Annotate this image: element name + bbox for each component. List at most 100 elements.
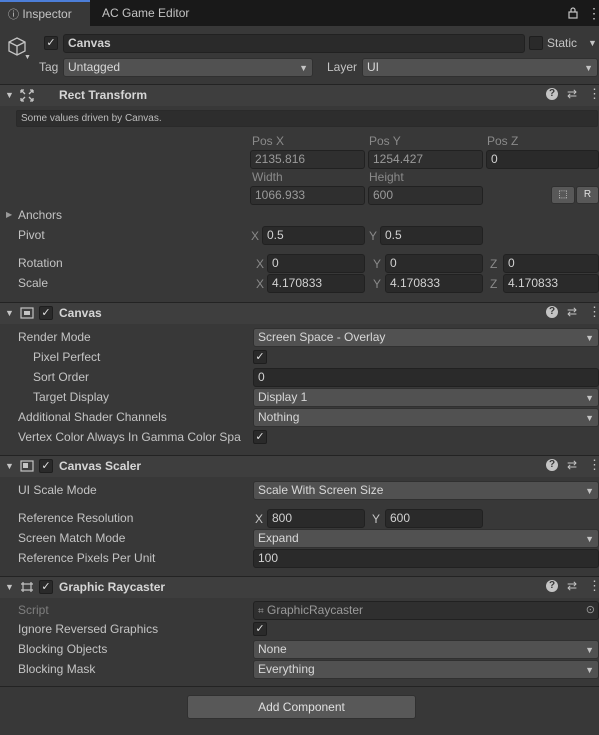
tab-menu-icon[interactable]: ⋮ <box>587 5 599 22</box>
pixel-perfect-checkbox[interactable]: ✓ <box>253 350 267 364</box>
pos-x-label: Pos X <box>252 134 285 148</box>
component-menu-icon[interactable]: ⋮ <box>588 457 599 473</box>
pivot-y-field[interactable]: 0.5 <box>380 226 483 245</box>
layer-dropdown[interactable]: UI ▼ <box>362 58 598 77</box>
tab-inspector-label: Inspector <box>22 7 72 21</box>
vertex-color-checkbox[interactable]: ✓ <box>253 430 267 444</box>
height-field[interactable]: 600 <box>368 186 483 205</box>
help-icon[interactable]: ? <box>546 88 558 100</box>
gameobject-icon-caret[interactable]: ▼ <box>24 54 31 61</box>
pivot-y-axis: Y <box>369 229 378 243</box>
vertex-color-label: Vertex Color Always In Gamma Color Spa <box>18 430 241 444</box>
anchors-foldout-icon[interactable]: ▶ <box>6 210 12 219</box>
ignore-reversed-checkbox[interactable]: ✓ <box>253 622 267 636</box>
scale-x-axis: X <box>256 277 265 291</box>
object-picker-icon[interactable]: ⊙ <box>586 602 595 619</box>
canvas-scaler-enabled-toggle[interactable]: ✓ <box>39 459 53 473</box>
target-display-dropdown[interactable]: Display 1 ▼ <box>253 388 599 407</box>
foldout-expanded-icon[interactable]: ▼ <box>5 461 14 471</box>
add-component-button[interactable]: Add Component <box>187 695 416 719</box>
chevron-down-icon: ▼ <box>585 665 594 675</box>
blueprint-mode-button[interactable]: ⬚ <box>551 186 575 204</box>
pos-x-field[interactable]: 2135.816 <box>250 150 365 169</box>
static-dropdown-caret[interactable]: ▼ <box>588 38 597 48</box>
anchors-label[interactable]: Anchors <box>18 208 62 222</box>
help-icon[interactable]: ? <box>546 306 558 318</box>
shader-channels-label: Additional Shader Channels <box>18 410 167 424</box>
sort-order-field[interactable]: 0 <box>253 368 599 387</box>
rot-z-field[interactable]: 0 <box>503 254 599 273</box>
shader-channels-dropdown[interactable]: Nothing ▼ <box>253 408 599 427</box>
script-icon: ⌗ <box>258 606 264 617</box>
target-display-value: Display 1 <box>258 390 308 404</box>
pos-y-label: Pos Y <box>369 134 401 148</box>
ignore-reversed-label: Ignore Reversed Graphics <box>18 622 159 636</box>
ref-y-field[interactable]: 600 <box>385 509 483 528</box>
canvas-enabled-toggle[interactable]: ✓ <box>39 306 53 320</box>
layer-value: UI <box>367 60 379 74</box>
component-menu-icon[interactable]: ⋮ <box>588 304 599 320</box>
chevron-down-icon: ▼ <box>585 486 594 496</box>
foldout-expanded-icon[interactable]: ▼ <box>5 582 14 592</box>
script-value: GraphicRaycaster <box>266 603 364 617</box>
script-label: Script <box>18 603 49 617</box>
preset-icon[interactable]: ⇄ <box>567 305 577 319</box>
object-name-field[interactable]: Canvas <box>63 34 525 53</box>
help-icon[interactable]: ? <box>546 459 558 471</box>
render-mode-value: Screen Space - Overlay <box>258 330 386 344</box>
canvas-title: Canvas <box>59 306 102 320</box>
static-toggle[interactable] <box>529 36 543 50</box>
blocking-mask-value: Everything <box>258 662 315 676</box>
preset-icon[interactable]: ⇄ <box>567 458 577 472</box>
ref-x-field[interactable]: 800 <box>267 509 365 528</box>
rot-x-axis: X <box>256 257 265 271</box>
component-menu-icon[interactable]: ⋮ <box>588 578 599 594</box>
rot-z-axis: Z <box>490 257 498 271</box>
foldout-expanded-icon[interactable]: ▼ <box>5 308 14 318</box>
canvas-component-icon <box>20 307 34 322</box>
preset-icon[interactable]: ⇄ <box>567 579 577 593</box>
scale-z-field[interactable]: 4.170833 <box>503 274 599 293</box>
ppu-field[interactable]: 100 <box>253 549 599 568</box>
scale-y-field[interactable]: 4.170833 <box>385 274 483 293</box>
preset-icon[interactable]: ⇄ <box>567 87 577 101</box>
pivot-x-field[interactable]: 0.5 <box>262 226 365 245</box>
driven-note: Some values driven by Canvas. <box>21 113 162 124</box>
script-field[interactable]: ⌗ GraphicRaycaster ⊙ <box>253 601 599 620</box>
lock-icon[interactable] <box>568 7 578 19</box>
rot-y-field[interactable]: 0 <box>385 254 483 273</box>
tab-ac-game-editor[interactable]: AC Game Editor <box>94 0 204 26</box>
width-field[interactable]: 1066.933 <box>250 186 365 205</box>
pivot-label: Pivot <box>18 228 45 242</box>
ui-scale-mode-dropdown[interactable]: Scale With Screen Size ▼ <box>253 481 599 500</box>
graphic-raycaster-title: Graphic Raycaster <box>59 580 166 594</box>
static-label: Static <box>547 36 578 50</box>
pos-y-field[interactable]: 1254.427 <box>368 150 483 169</box>
help-icon[interactable]: ? <box>546 580 558 592</box>
render-mode-dropdown[interactable]: Screen Space - Overlay ▼ <box>253 328 599 347</box>
blocking-mask-dropdown[interactable]: Everything ▼ <box>253 660 599 679</box>
raycaster-enabled-toggle[interactable]: ✓ <box>39 580 53 594</box>
scale-x-field[interactable]: 4.170833 <box>267 274 365 293</box>
active-toggle[interactable]: ✓ <box>44 36 58 50</box>
screen-match-mode-dropdown[interactable]: Expand ▼ <box>253 529 599 548</box>
bottom-divider <box>0 686 599 687</box>
canvas-scaler-icon <box>20 460 34 475</box>
chevron-down-icon: ▼ <box>299 63 308 73</box>
tab-inspector[interactable]: ⓘ Inspector <box>0 0 90 26</box>
blocking-objects-label: Blocking Objects <box>18 642 108 656</box>
rot-x-field[interactable]: 0 <box>267 254 365 273</box>
tag-dropdown[interactable]: Untagged ▼ <box>63 58 313 77</box>
info-icon: ⓘ <box>8 9 19 21</box>
chevron-down-icon: ▼ <box>585 333 594 343</box>
pos-z-label: Pos Z <box>487 134 519 148</box>
scale-y-axis: Y <box>373 277 382 291</box>
screen-match-mode-value: Expand <box>258 531 299 545</box>
ui-scale-mode-label: UI Scale Mode <box>18 483 97 497</box>
component-menu-icon[interactable]: ⋮ <box>588 86 599 102</box>
chevron-down-icon: ▼ <box>585 534 594 544</box>
foldout-expanded-icon[interactable]: ▼ <box>5 90 14 100</box>
pos-z-field[interactable]: 0 <box>486 150 599 169</box>
raw-edit-button[interactable]: R <box>576 186 599 204</box>
blocking-objects-dropdown[interactable]: None ▼ <box>253 640 599 659</box>
